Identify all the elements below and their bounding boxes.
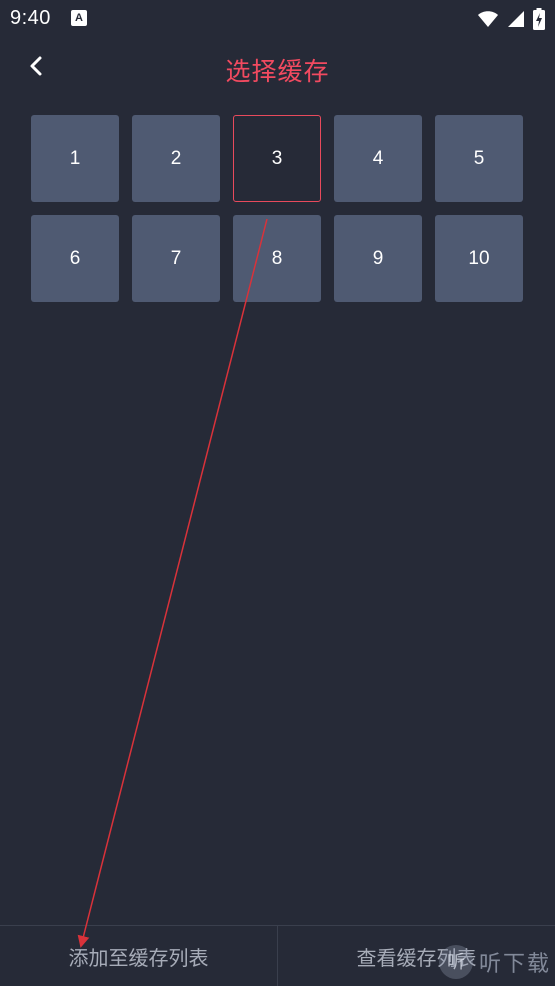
watermark: 听 听下载	[438, 945, 551, 979]
episode-grid: 1 2 3 4 5 6 7 8 9 10	[31, 115, 523, 302]
wifi-icon	[478, 11, 498, 27]
episode-cell-5[interactable]: 5	[435, 115, 523, 202]
episode-cell-7[interactable]: 7	[132, 215, 220, 302]
watermark-logo: 听	[438, 945, 473, 979]
status-time: 9:40	[10, 7, 51, 29]
status-icons	[477, 6, 545, 32]
episode-cell-6[interactable]: 6	[31, 215, 119, 302]
signal-icon	[508, 11, 524, 27]
episode-cell-1[interactable]: 1	[31, 115, 119, 202]
episode-cell-4[interactable]: 4	[334, 115, 422, 202]
episode-cell-2[interactable]: 2	[132, 115, 220, 202]
annotation-line	[77, 218, 268, 948]
episode-cell-8[interactable]: 8	[233, 215, 321, 302]
battery-icon	[533, 8, 545, 30]
episode-cell-9[interactable]: 9	[334, 215, 422, 302]
page-title: 选择缓存	[225, 58, 330, 86]
watermark-text: 听下载	[478, 951, 551, 976]
status-bar: 9:40 A	[0, 0, 555, 38]
header: 选择缓存	[0, 38, 555, 98]
episode-cell-10[interactable]: 10	[435, 215, 523, 302]
episode-cell-3[interactable]: 3	[233, 115, 321, 202]
add-to-cache-list-button[interactable]: 添加至缓存列表	[0, 926, 277, 986]
notification-a-icon: A	[71, 10, 87, 26]
